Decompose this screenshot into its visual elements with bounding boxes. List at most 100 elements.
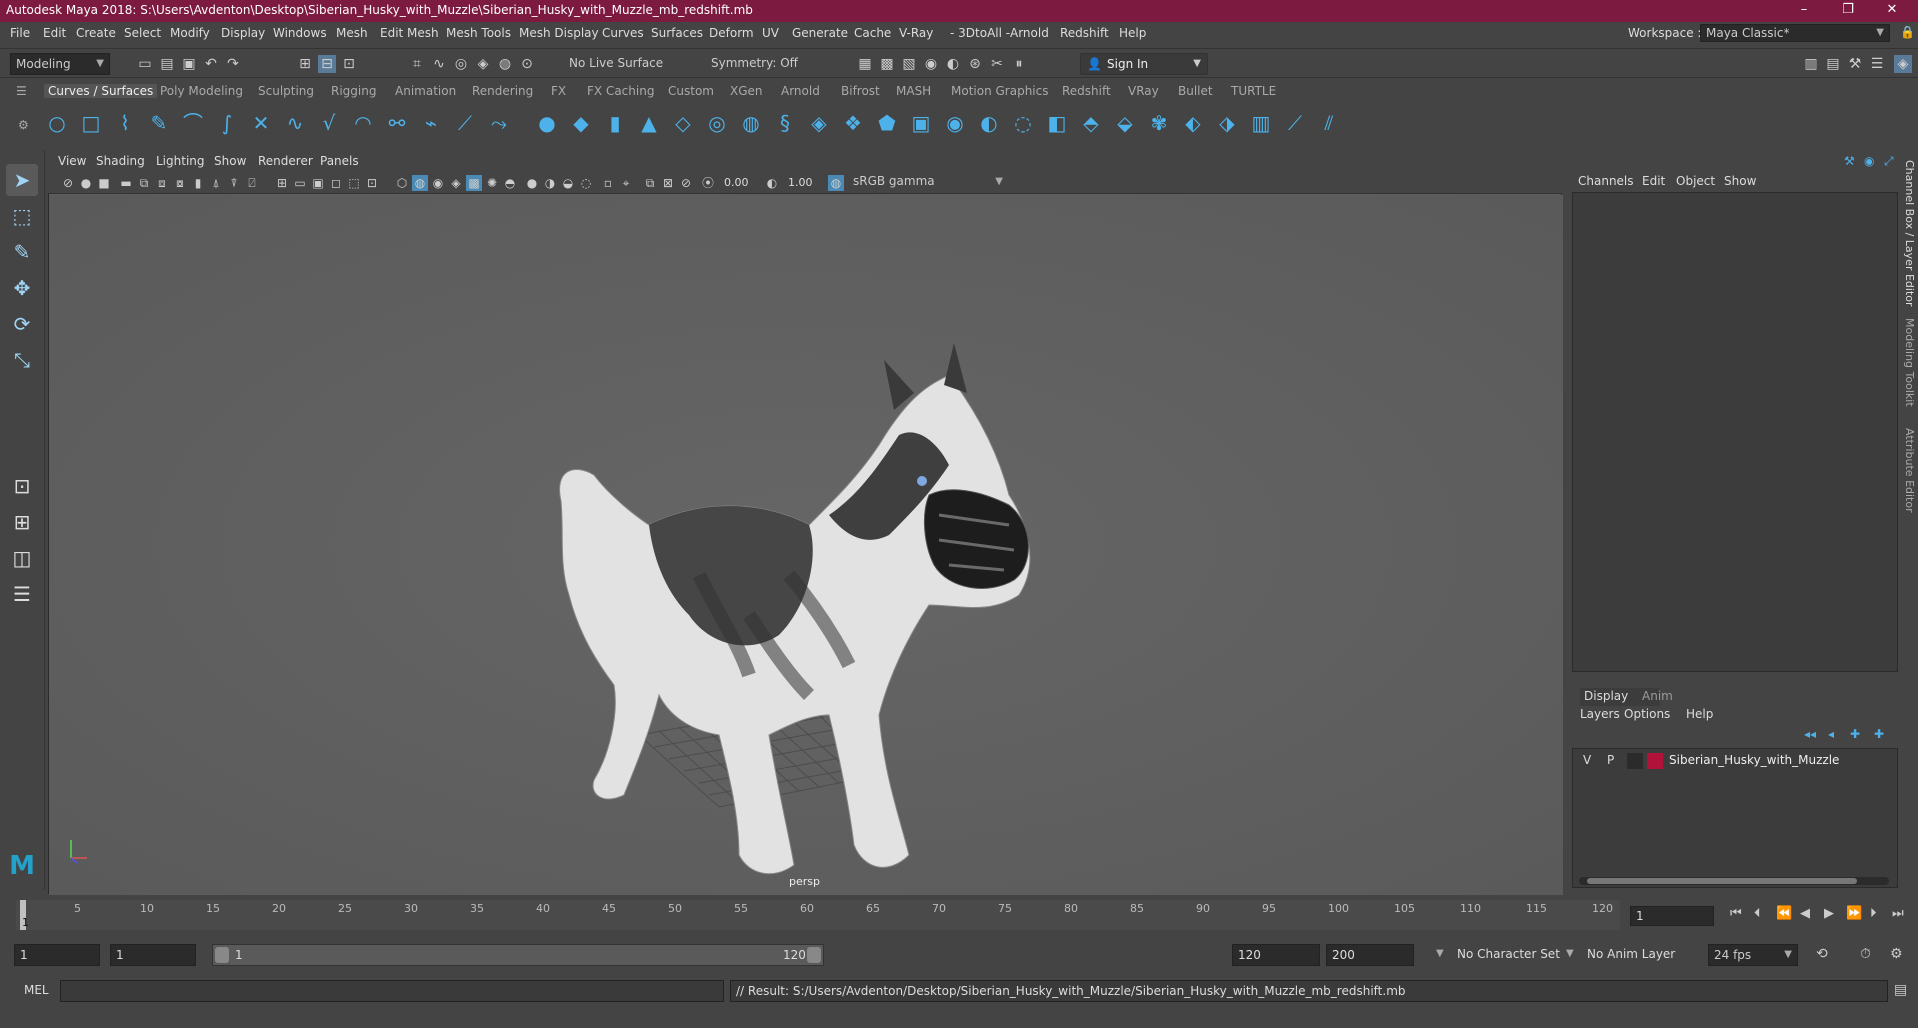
nurbs-sphere-icon[interactable]: ●	[534, 110, 560, 136]
viewport-menu-renderer[interactable]: Renderer	[258, 154, 313, 168]
shade-wireframe-icon[interactable]: ▣	[310, 175, 326, 191]
maximize-button[interactable]: ❐	[1828, 0, 1868, 22]
isolate-icon[interactable]: ⊡	[364, 175, 380, 191]
range-end-handle[interactable]	[807, 947, 821, 963]
default-light-icon[interactable]: ◈	[448, 175, 464, 191]
menu-create[interactable]: Create	[76, 26, 116, 40]
menu-cache[interactable]: Cache	[854, 26, 891, 40]
menu-file[interactable]: File	[10, 26, 30, 40]
menu-deform[interactable]: Deform	[709, 26, 754, 40]
move-layer-down-icon[interactable]: ◂	[1828, 727, 1834, 741]
viewport-scene[interactable]	[49, 195, 1563, 895]
shelf-tab-arnold[interactable]: Arnold	[781, 84, 820, 98]
layer-playback-toggle[interactable]: P	[1607, 753, 1614, 767]
shelf-tab-animation[interactable]: Animation	[395, 84, 456, 98]
start-time-field[interactable]: 1	[14, 944, 100, 966]
menu-windows[interactable]: Windows	[273, 26, 327, 40]
side-tab-attribute-editor[interactable]: Attribute Editor	[1903, 428, 1916, 513]
select-component-icon[interactable]: ⊡	[340, 55, 358, 73]
shelf-tab-sculpting[interactable]: Sculpting	[258, 84, 314, 98]
step-back-key-icon[interactable]: ⏪	[1776, 906, 1792, 921]
select-object-icon[interactable]: ⊟	[318, 55, 336, 73]
arc-tool-icon[interactable]: ∿	[282, 110, 308, 136]
attach-surfaces-icon[interactable]: ⬗	[1214, 110, 1240, 136]
viewport-menu-show[interactable]: Show	[214, 154, 246, 168]
ipr-render-icon[interactable]: ▧	[900, 55, 918, 73]
smooth-shade-icon[interactable]: ▭	[292, 175, 308, 191]
layer-tab-anim[interactable]: Anim	[1642, 689, 1673, 703]
redo-icon[interactable]: ↷	[224, 55, 242, 73]
sculpt-surface-icon[interactable]: ⟋	[1282, 110, 1308, 136]
layer-type-toggle[interactable]	[1627, 753, 1643, 769]
snap-point-icon[interactable]: ◎	[452, 55, 470, 73]
shelf-tab-custom[interactable]: Custom	[668, 84, 714, 98]
xray-joints-icon[interactable]: ⌖	[618, 175, 634, 191]
layer-scrollbar-thumb[interactable]	[1587, 878, 1857, 884]
layer-color-swatch[interactable]	[1647, 753, 1663, 769]
project-curve-icon[interactable]: ◌	[1010, 110, 1036, 136]
playback-end-field[interactable]: 120	[1232, 944, 1320, 966]
extrude-icon[interactable]: ❖	[840, 110, 866, 136]
close-button[interactable]: ✕	[1872, 0, 1912, 22]
render-view-icon[interactable]: ▦	[856, 55, 874, 73]
backface-icon[interactable]: ◒	[560, 175, 576, 191]
viewport-menu-view[interactable]: View	[58, 154, 86, 168]
textured-icon[interactable]: ◍	[412, 175, 428, 191]
shelf-tab-curves-surfaces[interactable]: Curves / Surfaces	[44, 84, 158, 98]
select-tool-icon[interactable]: ➤	[6, 164, 38, 196]
loop-icon[interactable]: ⟲	[1816, 946, 1828, 962]
select-hierarchy-icon[interactable]: ⊞	[296, 55, 314, 73]
offset-curve-icon[interactable]: ⤳	[486, 110, 512, 136]
channelbox-menu-show[interactable]: Show	[1724, 174, 1756, 188]
move-layer-up-icon[interactable]: ◂◂	[1804, 727, 1816, 741]
channel-box-icon[interactable]: ☰	[1868, 55, 1886, 73]
surface-editing-icon[interactable]: ⫽	[1316, 110, 1342, 136]
new-scene-icon[interactable]: ▭	[136, 55, 154, 73]
shelf-tab-motion-graphics[interactable]: Motion Graphics	[951, 84, 1049, 98]
snap-surface-icon[interactable]: ◍	[496, 55, 514, 73]
gate-mask-icon[interactable]: ⧇	[172, 175, 188, 191]
channelbox-menu-object[interactable]: Object	[1676, 174, 1715, 188]
birail-icon[interactable]: ⬟	[874, 110, 900, 136]
nurbs-plane-icon[interactable]: ◇	[670, 110, 696, 136]
camera-select-icon[interactable]: ⊘	[60, 175, 76, 191]
layer-name[interactable]: Siberian_Husky_with_Muzzle	[1669, 753, 1839, 767]
render-settings-icon[interactable]: ◉	[922, 55, 940, 73]
film-gate-icon[interactable]: ⧉	[136, 175, 152, 191]
tool-settings-icon[interactable]: ⚒	[1846, 55, 1864, 73]
panel-options-icon[interactable]: ◉	[1864, 154, 1874, 168]
render-globe-icon[interactable]: ⊛	[966, 55, 984, 73]
anim-layer-menu-icon[interactable]: ▼	[1566, 948, 1574, 959]
colorspace-dropdown[interactable]: sRGB gamma ▼	[848, 173, 1008, 192]
menu-mesh-tools[interactable]: Mesh Tools	[446, 26, 511, 40]
nurbs-torus-icon[interactable]: ◎	[704, 110, 730, 136]
four-view-layout-icon[interactable]: ⊞	[6, 506, 38, 538]
paint-select-tool-icon[interactable]: ✎	[6, 236, 38, 268]
color-management-icon[interactable]: ◍	[828, 175, 844, 191]
shelf-tab-fx[interactable]: FX	[551, 84, 566, 98]
fps-dropdown[interactable]: 24 fps ▼	[1708, 944, 1798, 966]
go-to-end-icon[interactable]: ⏭	[1892, 906, 1904, 921]
time-slider[interactable]: 1 5 10 15 20 25 30 35 40 45 50 55 60 65 …	[0, 898, 1918, 934]
auto-key-icon[interactable]: ⏱	[1860, 946, 1871, 962]
nurbs-cone-icon[interactable]: ▲	[636, 110, 662, 136]
channel-box[interactable]	[1572, 192, 1898, 672]
cube-wire-icon[interactable]: ⬡	[394, 175, 410, 191]
mode-dropdown[interactable]: Modeling ▼	[10, 53, 110, 75]
menu-select[interactable]: Select	[124, 26, 161, 40]
menu-vray[interactable]: V-Ray	[899, 26, 933, 40]
camera-pan-icon[interactable]: ⧉	[642, 175, 658, 191]
square-surface-icon[interactable]: ◉	[942, 110, 968, 136]
isolate-select-icon[interactable]: ▫	[600, 175, 616, 191]
viewport-menu-shading[interactable]: Shading	[96, 154, 145, 168]
shelf-tab-bullet[interactable]: Bullet	[1178, 84, 1213, 98]
loft-icon[interactable]: §	[772, 110, 798, 136]
hypershade-icon[interactable]: ◐	[944, 55, 962, 73]
panel-toggle-icon[interactable]: ⚒	[1844, 154, 1855, 168]
field-chart-icon[interactable]: ▮	[190, 175, 206, 191]
sign-in-button[interactable]: 👤 Sign In ▼	[1080, 53, 1208, 75]
xray-icon[interactable]: ⬚	[346, 175, 362, 191]
layer-row[interactable]: V P Siberian_Husky_with_Muzzle	[1577, 751, 1893, 771]
exposure-field[interactable]: 0.00	[720, 174, 760, 192]
two-d-pan-icon[interactable]: ⊠	[660, 175, 676, 191]
